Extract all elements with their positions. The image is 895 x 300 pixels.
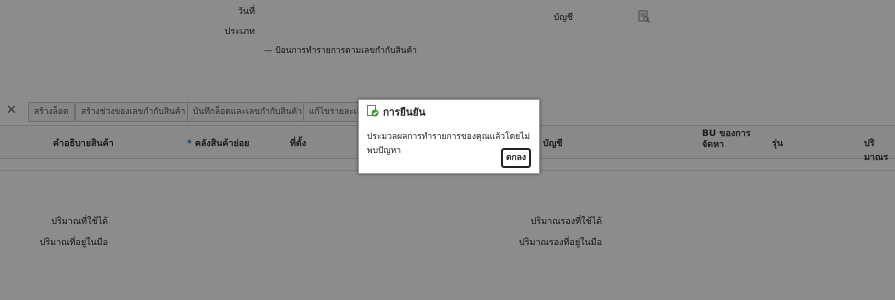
confirmation-dialog: การยืนยัน ประมวลผลการทำรายการของคุณแล้วโ…	[358, 99, 540, 174]
ok-button[interactable]: ตกลง	[501, 148, 531, 168]
dialog-title: การยืนยัน	[367, 105, 425, 121]
check-shield-icon	[367, 105, 379, 120]
dialog-title-text: การยืนยัน	[383, 107, 426, 119]
